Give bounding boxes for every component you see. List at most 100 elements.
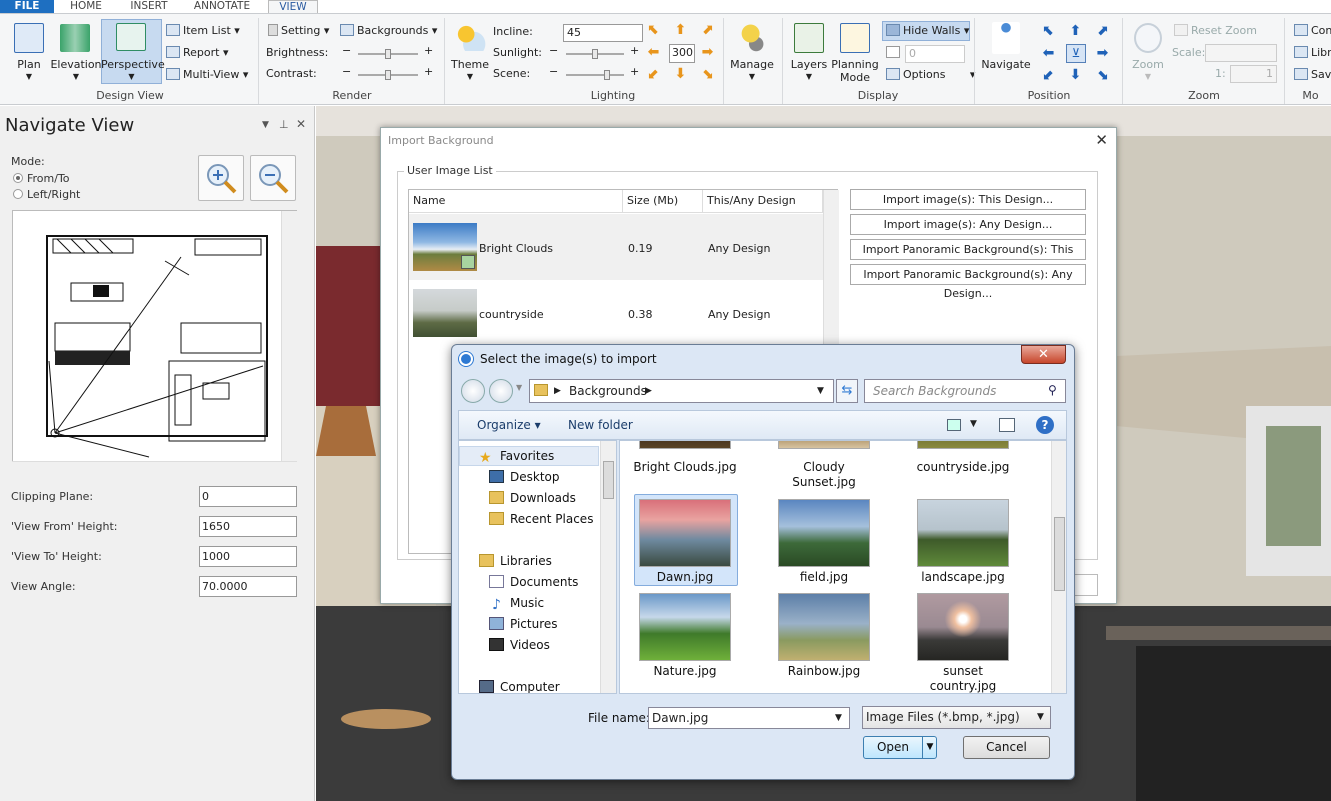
sun-rotation-input[interactable]: 300 [669,44,695,63]
file-type-select[interactable]: Image Files (*.bmp, *.jpg) ▼ [862,706,1051,729]
nav-downloads[interactable]: Downloads [489,491,576,505]
preview-pane-icon[interactable] [999,418,1015,432]
tab-insert[interactable]: INSERT [122,0,176,13]
sun-arrow-down-icon[interactable]: ⬇ [673,67,688,82]
nav-desktop[interactable]: Desktop [489,470,560,484]
panel-dropdown-icon[interactable]: ▼ [262,120,269,130]
zoom-button[interactable]: Zoom [1126,58,1170,71]
close-icon[interactable]: ✕ [296,117,306,131]
back-button[interactable] [461,379,485,403]
nav-favorites[interactable]: ★ Favorites [479,449,554,465]
sun-arrow-down-left-icon[interactable]: ⬋ [646,67,661,82]
scene-slider[interactable] [566,70,624,80]
mode-left-right-radio[interactable]: Left/Right [13,188,80,201]
plan-preview[interactable] [12,210,297,475]
table-row[interactable]: countryside 0.38 Any Design [409,280,823,346]
zoom-out-button[interactable] [250,155,296,201]
file-thumbnail-bright-clouds[interactable] [639,441,731,449]
cancel-button[interactable]: Cancel [963,736,1050,759]
scrollbar-thumb[interactable] [603,461,614,499]
brightness-decrease[interactable]: − [342,44,351,57]
import-image-any-design-button[interactable]: Import image(s): Any Design... [850,214,1086,235]
tab-annotate[interactable]: ANNOTATE [186,0,258,13]
file-name-dawn[interactable]: Dawn.jpg [620,570,750,585]
import-image-this-design-button[interactable]: Import image(s): This Design... [850,189,1086,210]
move-down-icon[interactable]: ⬇ [1067,68,1084,83]
open-button[interactable]: Open ▼ [863,736,937,759]
grid-icon[interactable] [886,46,903,59]
center-view-icon[interactable]: ⊻ [1066,44,1086,63]
tab-view[interactable]: VIEW [268,0,318,13]
brightness-slider[interactable] [358,49,418,59]
scene-decrease[interactable]: − [549,65,558,78]
setting-button[interactable]: Setting ▾ [268,24,329,37]
search-input[interactable]: Search Backgrounds [864,379,1066,403]
file-thumbnail-field[interactable] [778,499,870,567]
item-list-button[interactable]: Item List ▾ [166,24,240,37]
tab-file[interactable]: FILE [0,0,54,13]
view-to-height-input[interactable]: 1000 [199,546,297,567]
file-thumbnail-rainbow[interactable] [778,593,870,661]
pin-icon[interactable]: ⊥ [279,118,289,131]
contrast-decrease[interactable]: − [342,65,351,78]
incline-input[interactable]: 45 [563,24,643,42]
sunlight-decrease[interactable]: − [549,44,558,57]
file-thumbnail-dawn[interactable] [639,499,731,567]
contrast-increase[interactable]: + [424,65,433,78]
column-header-size[interactable]: Size (Mb) [623,190,703,212]
new-folder-button[interactable]: New folder [568,418,633,432]
close-button[interactable]: ✕ [1021,345,1066,364]
scale-ratio-input[interactable]: 1 [1230,65,1277,83]
nav-pane-scrollbar[interactable] [600,441,616,693]
nav-music[interactable]: ♪ Music [489,596,544,612]
nav-videos[interactable]: Videos [489,638,550,652]
con-button[interactable]: Con [1294,24,1331,37]
save-button[interactable]: Sav [1294,68,1331,81]
view-options-icon[interactable] [947,419,961,431]
file-name-sunset-country[interactable]: sunset country.jpg [898,664,1028,693]
report-button[interactable]: Report ▾ [166,46,229,59]
file-name-bright-clouds[interactable]: Bright Clouds.jpg [620,460,750,475]
contrast-slider[interactable] [358,70,418,80]
sun-arrow-down-right-icon[interactable]: ⬊ [700,67,715,82]
file-name-field[interactable]: field.jpg [759,570,889,585]
brightness-increase[interactable]: + [424,44,433,57]
elevation-button[interactable]: Elevation [50,58,102,71]
open-dropdown-icon[interactable]: ▼ [922,737,937,758]
options-button[interactable]: Options ▾ [886,68,975,81]
file-name-rainbow[interactable]: Rainbow.jpg [759,664,889,679]
sunlight-slider[interactable] [566,49,624,59]
move-up-left-icon[interactable]: ⬉ [1040,24,1057,39]
zoom-in-button[interactable] [198,155,244,201]
close-icon[interactable]: ✕ [1095,131,1108,149]
breadcrumb-chevron-icon[interactable]: ▶ [645,380,652,402]
clipping-plane-input[interactable]: 0 [199,486,297,507]
file-name-input[interactable]: Dawn.jpg ▼ [648,707,850,729]
manage-button[interactable]: Manage [726,58,778,71]
file-thumbnail-nature[interactable] [639,593,731,661]
file-name-countryside[interactable]: countryside.jpg [898,460,1028,475]
file-list-scrollbar[interactable] [1051,441,1066,693]
mode-from-to-radio[interactable]: From/To [13,172,70,185]
move-down-left-icon[interactable]: ⬋ [1040,68,1057,83]
view-dropdown-icon[interactable]: ▼ [970,419,977,429]
column-header-name[interactable]: Name [409,190,623,212]
file-name-cloudy-sunset[interactable]: Cloudy Sunset.jpg [759,460,889,490]
column-header-scope[interactable]: This/Any Design [703,190,823,212]
recent-locations-icon[interactable]: ▼ [516,383,522,392]
sun-arrow-up-icon[interactable]: ⬆ [673,23,688,38]
table-row[interactable]: Bright Clouds 0.19 Any Design [409,214,823,280]
organize-button[interactable]: Organize ▾ [477,418,541,432]
grid-spacing-input[interactable]: 0 [905,45,965,63]
nav-pictures[interactable]: Pictures [489,617,558,631]
library-button[interactable]: Libr [1294,46,1331,59]
move-left-icon[interactable]: ⬅ [1040,46,1057,61]
nav-libraries[interactable]: Libraries [479,554,552,568]
reset-zoom-button[interactable]: Reset Zoom [1174,24,1257,37]
sun-arrow-right-icon[interactable]: ➡ [700,45,715,60]
multi-view-button[interactable]: Multi-View ▾ [166,68,248,81]
scrollbar-thumb[interactable] [1054,517,1065,591]
backgrounds-button[interactable]: Backgrounds ▾ [340,24,437,37]
theme-button[interactable]: Theme [449,58,491,71]
scene-increase[interactable]: + [630,65,639,78]
